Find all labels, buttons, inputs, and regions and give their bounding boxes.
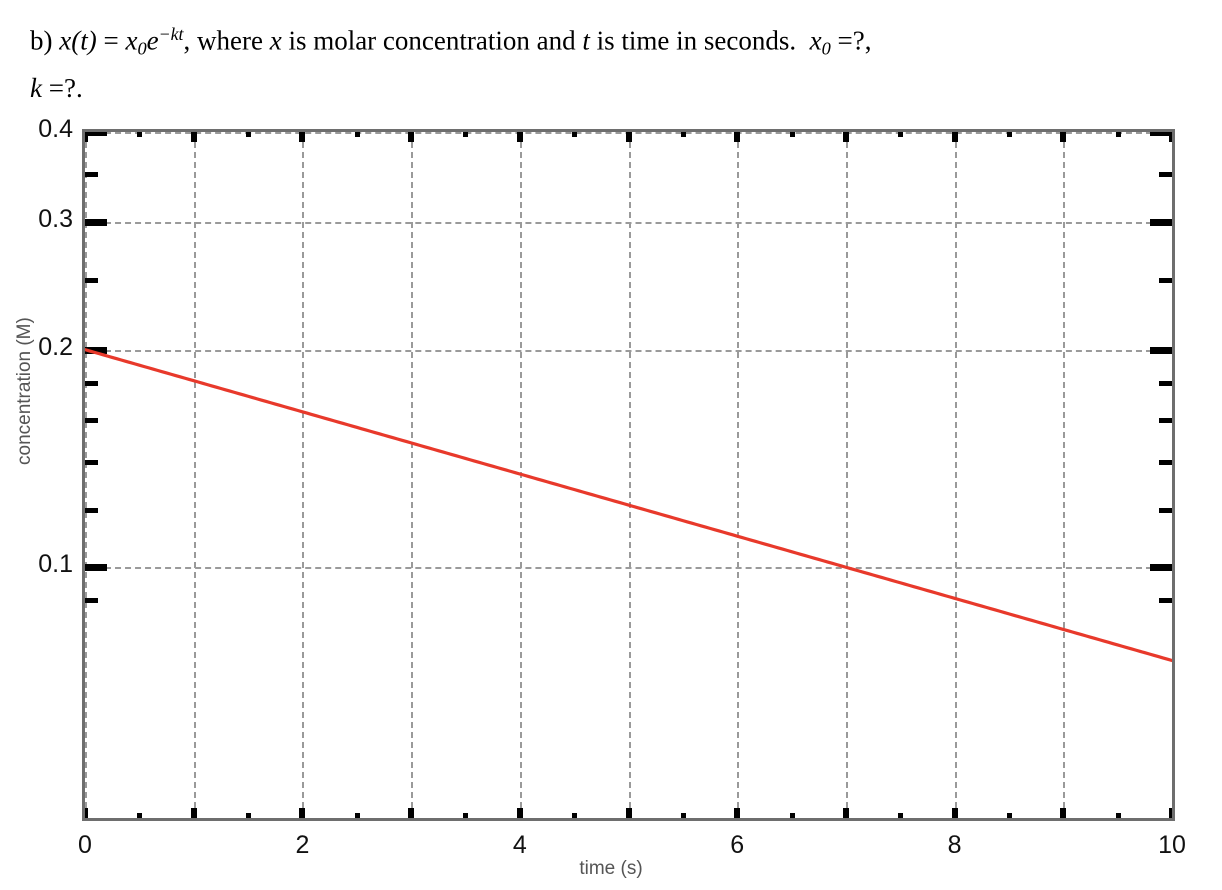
statement-text-1: , where <box>183 25 263 56</box>
equation-exponent: −kt <box>158 24 184 44</box>
unknown-x0-subscript: 0 <box>821 38 831 59</box>
unknown-k-base: k <box>30 73 42 104</box>
statement-var-t: t <box>582 25 590 56</box>
unknown-k-value: =?. <box>48 73 83 104</box>
problem-statement: b) x(t) = x0e−kt, where x is molar conce… <box>30 14 1200 108</box>
equation-x0-base: x <box>125 25 138 56</box>
x-tick-label: 6 <box>730 831 745 859</box>
x-tick-label: 2 <box>295 831 310 859</box>
x-tick-label: 10 <box>1158 831 1186 859</box>
x-axis-title: time (s) <box>579 858 643 879</box>
statement-var-x: x <box>269 25 282 56</box>
equation-exp-base: e <box>146 25 159 56</box>
statement-prefix: b) <box>30 25 53 56</box>
y-tick-label: 0.2 <box>38 332 73 361</box>
unknown-x0-value: =?, <box>837 25 872 56</box>
equation-lhs: x(t) <box>59 25 97 56</box>
x-tick-label: 8 <box>947 831 962 859</box>
y-tick-label: 0.1 <box>38 550 73 579</box>
decay-plot-figure: concentration (M) time (s) 0.1 0.2 0.3 0.4 … <box>0 110 1222 890</box>
statement-text-3: is time in seconds. <box>596 25 797 56</box>
x-tick-label: 0 <box>78 831 92 859</box>
y-tick-label: 0.4 <box>38 115 73 143</box>
y-tick-label: 0.3 <box>38 205 73 234</box>
statement-text-2: is molar concentration and <box>288 25 576 56</box>
plot-frame <box>82 129 1175 821</box>
equation-x0-subscript: 0 <box>137 38 147 59</box>
decay-curve <box>85 348 1172 663</box>
unknown-x0-base: x <box>809 25 822 56</box>
plot-area <box>85 132 1172 818</box>
equation-equals: = <box>103 25 119 56</box>
x-tick-label: 4 <box>512 831 527 859</box>
